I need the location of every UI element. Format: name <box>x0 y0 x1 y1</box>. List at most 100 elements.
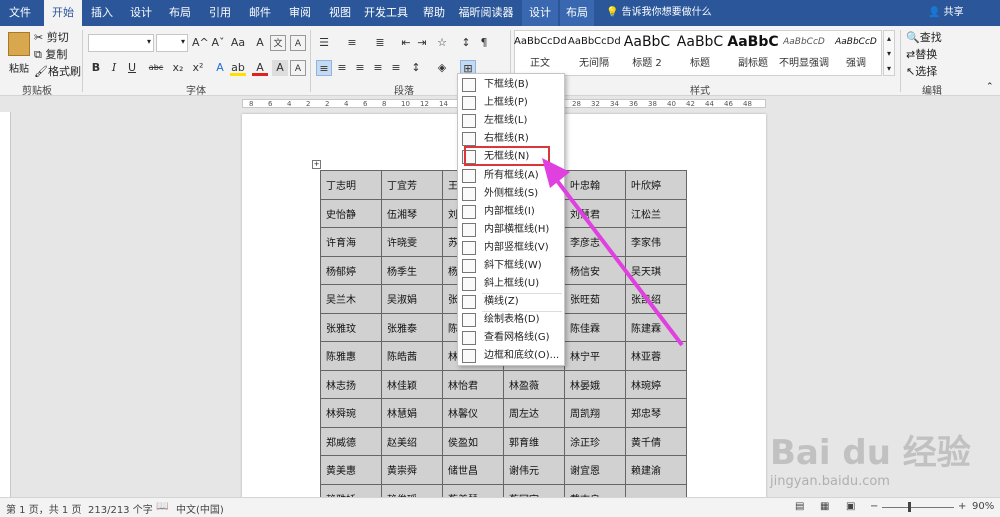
decrease-indent-icon[interactable]: ⇤ <box>398 35 414 51</box>
justify-icon[interactable]: ≡ <box>370 60 386 76</box>
table-cell[interactable]: 周左达 <box>503 398 565 428</box>
style-item-title[interactable]: AaBbC 标题 <box>674 30 726 70</box>
underline-button[interactable]: U <box>124 60 140 76</box>
subscript-button[interactable]: x₂ <box>170 60 186 76</box>
table-move-handle[interactable]: + <box>312 160 321 169</box>
tab-home[interactable]: 开始 <box>44 0 82 26</box>
table-cell[interactable]: 张雅玟 <box>320 312 382 342</box>
table-cell[interactable]: 伍湘琴 <box>381 198 443 228</box>
tab-help[interactable]: 帮助 <box>418 0 450 26</box>
distributed-icon[interactable]: ≡ <box>388 60 404 76</box>
table-cell[interactable]: 郑忠琴 <box>625 398 687 428</box>
find-button[interactable]: 🔍查找 <box>906 31 942 45</box>
tab-references[interactable]: 引用 <box>204 0 236 26</box>
tab-mailings[interactable]: 邮件 <box>244 0 276 26</box>
zoom-out-button[interactable]: − <box>870 501 878 512</box>
tab-layout[interactable]: 布局 <box>164 0 196 26</box>
sort-icon[interactable]: ↕ <box>458 35 474 51</box>
table-cell[interactable]: 周凯翔 <box>564 398 626 428</box>
menu-item-left-border[interactable]: 左框线(L) <box>458 112 564 130</box>
collapse-ribbon-icon[interactable]: ⌃ <box>986 82 994 92</box>
replace-button[interactable]: ⇄替换 <box>906 48 937 62</box>
table-cell[interactable]: 陈雅惠 <box>320 341 382 371</box>
char-border-button[interactable]: A <box>290 60 306 76</box>
copy-button[interactable]: ⧉ 复制 <box>34 48 67 62</box>
language-indicator[interactable]: 中文(中国) <box>176 501 224 516</box>
table-cell[interactable]: 杨季生 <box>381 255 443 285</box>
table-cell[interactable]: 郭育维 <box>503 426 565 456</box>
table-cell[interactable]: 史怡静 <box>320 198 382 228</box>
table-cell[interactable]: 丁志明 <box>320 170 382 200</box>
italic-button[interactable]: I <box>106 60 122 76</box>
table-cell[interactable]: 赵美绍 <box>381 426 443 456</box>
grow-font-button[interactable]: A^ <box>192 35 209 51</box>
change-case-button[interactable]: Aa <box>230 35 246 51</box>
table-cell[interactable]: 林琬婷 <box>625 369 687 399</box>
tab-foxit[interactable]: 福昕阅读器 <box>458 0 514 26</box>
font-color-button[interactable]: A <box>252 60 268 76</box>
tab-review[interactable]: 审阅 <box>284 0 316 26</box>
tab-developer[interactable]: 开发工具 <box>362 0 410 26</box>
tab-file[interactable]: 文件 <box>2 0 38 26</box>
style-item-no-spacing[interactable]: AaBbCcDd 无间隔 <box>568 30 620 70</box>
share-button[interactable]: 👤 共享 <box>928 0 964 26</box>
style-item-emphasis[interactable]: AaBbCcD 强调 <box>830 30 882 70</box>
read-mode-icon[interactable]: ▤ <box>795 501 804 512</box>
paste-button[interactable]: 粘贴 <box>6 30 32 78</box>
table-cell[interactable]: 林盈薇 <box>503 369 565 399</box>
bullets-icon[interactable]: ☰ <box>316 35 332 51</box>
superscript-button[interactable]: x² <box>190 60 206 76</box>
format-painter-button[interactable]: 🖌格式刷 <box>34 65 81 79</box>
text-effects-button[interactable]: A <box>212 60 228 76</box>
table-cell[interactable]: 林馨仪 <box>442 398 504 428</box>
align-right-icon[interactable]: ≡ <box>352 60 368 76</box>
bold-button[interactable]: B <box>88 60 104 76</box>
table-cell[interactable]: 黄千倩 <box>625 426 687 456</box>
table-cell[interactable]: 陈皓茜 <box>381 341 443 371</box>
table-cell[interactable]: 吴兰木 <box>320 284 382 314</box>
numbering-icon[interactable]: ≡ <box>344 35 360 51</box>
table-cell[interactable]: 赖建渝 <box>625 455 687 485</box>
table-cell[interactable]: 谢伟元 <box>503 455 565 485</box>
font-size-combo[interactable]: ▾ <box>156 34 188 52</box>
table-cell[interactable]: 许晓雯 <box>381 227 443 257</box>
tab-insert[interactable]: 插入 <box>86 0 118 26</box>
font-name-combo[interactable]: ▾ <box>88 34 154 52</box>
shrink-font-button[interactable]: Aˇ <box>210 35 226 51</box>
align-left-icon[interactable]: ≡ <box>316 60 332 76</box>
web-layout-icon[interactable]: ▣ <box>846 501 855 512</box>
clear-formatting-button[interactable]: A <box>252 35 268 51</box>
table-cell[interactable]: 谢宜恩 <box>564 455 626 485</box>
multilevel-list-icon[interactable]: ≣ <box>372 35 388 51</box>
table-cell[interactable]: 储世昌 <box>442 455 504 485</box>
table-cell[interactable]: 丁宜芳 <box>381 170 443 200</box>
strikethrough-button[interactable]: abc <box>146 60 166 76</box>
style-item-heading2[interactable]: AaBbC 标题 2 <box>621 30 673 70</box>
table-cell[interactable]: 许育海 <box>320 227 382 257</box>
table-cell[interactable]: 林佳颖 <box>381 369 443 399</box>
table-cell[interactable]: 林晏娥 <box>564 369 626 399</box>
show-marks-icon[interactable]: ¶ <box>476 35 492 51</box>
tab-table-layout[interactable]: 布局 <box>560 0 594 26</box>
table-cell[interactable]: 侯盈如 <box>442 426 504 456</box>
table-cell[interactable]: 林怡君 <box>442 369 504 399</box>
table-cell[interactable]: 林舜琬 <box>320 398 382 428</box>
table-cell[interactable]: 黄美惠 <box>320 455 382 485</box>
chinese-layout-icon[interactable]: ☆ <box>434 35 450 51</box>
table-cell[interactable]: 杨郁婷 <box>320 255 382 285</box>
vertical-ruler[interactable] <box>0 112 11 497</box>
table-cell[interactable]: 涂正珍 <box>564 426 626 456</box>
phonetic-guide-button[interactable]: 文 <box>270 35 286 51</box>
tab-design[interactable]: 设计 <box>124 0 158 26</box>
menu-item-bottom-border[interactable]: 下框线(B) <box>458 76 564 94</box>
enclose-char-button[interactable]: A <box>290 35 306 51</box>
table-cell[interactable]: 林慧娟 <box>381 398 443 428</box>
print-layout-icon[interactable]: ▦ <box>820 501 829 512</box>
proofing-icon[interactable]: 📖 <box>156 501 168 512</box>
table-cell[interactable]: 张雅泰 <box>381 312 443 342</box>
zoom-slider[interactable] <box>882 507 954 508</box>
style-item-subtle-emphasis[interactable]: AaBbCcD 不明显强调 <box>778 30 830 70</box>
word-count[interactable]: 213/213 个字 <box>88 501 153 516</box>
table-cell[interactable]: 林志扬 <box>320 369 382 399</box>
zoom-slider-thumb[interactable] <box>908 502 911 512</box>
